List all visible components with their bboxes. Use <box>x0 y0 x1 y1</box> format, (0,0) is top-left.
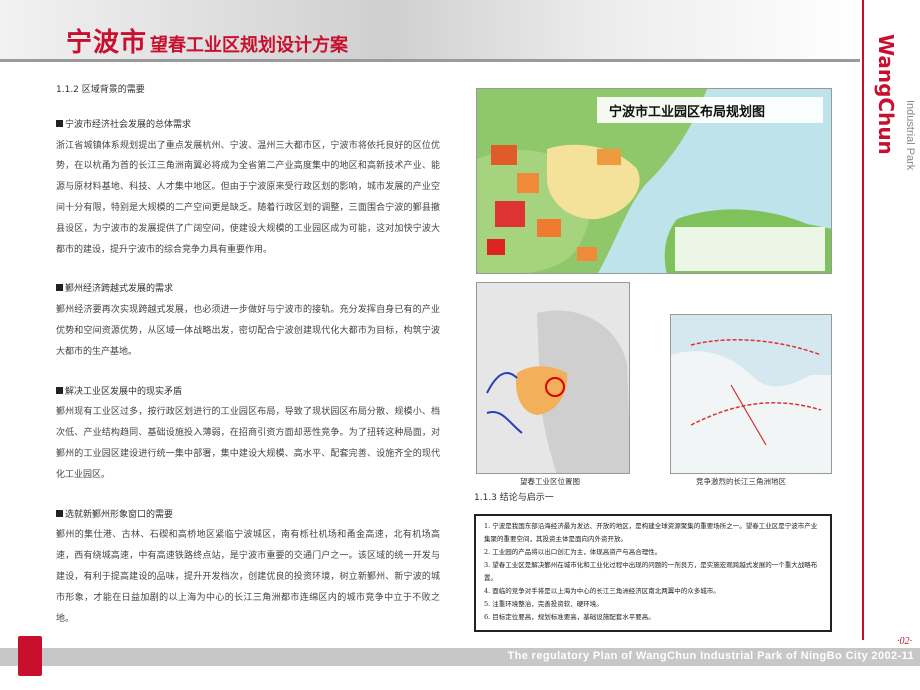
conclusion-item: 3. 望春工业区是解决鄞州在城市化和工业化过程中出现的问题的一剂良方，是实施宏观… <box>484 561 818 582</box>
block-body: 鄞州的集仕港、古林、石碶和高桥地区紧临宁波城区，南有栎社机场和甬金高速，北有机场… <box>56 530 440 624</box>
page-number: ·02· <box>897 636 912 647</box>
layout-map-title: 宁波市工业园区布局规划图 <box>609 105 766 120</box>
conclusion-heading: 1.1.3 结论与启示一 <box>474 493 554 503</box>
block-body: 浙江省城镇体系规划提出了重点发展杭州、宁波、温州三大都市区，宁波市将依托良好的区… <box>56 140 440 255</box>
city-logo-text: 宁波市 <box>66 28 148 58</box>
footer-text: The regulatory Plan of WangChun Industri… <box>507 650 914 662</box>
yangtze-delta-map <box>670 314 832 474</box>
block-title: 选就新鄞州形象窗口的需要 <box>56 505 440 526</box>
block-title: 解决工业区发展中的现实矛盾 <box>56 382 440 403</box>
location-map-caption: 望春工业区位置图 <box>520 477 580 486</box>
conclusion-item: 1. 宁波是我国东部沿海经济最为发达、开放的地区，是构建全球资源聚集的重要场所之… <box>484 522 818 543</box>
bullet-square-icon <box>56 386 63 394</box>
block-body: 鄞州经济要再次实现跨越式发展，也必须进一步做好与宁波市的接轨。充分发挥自身已有的… <box>56 305 440 357</box>
block-body: 鄞州现有工业区过多，按行政区划进行的工业园区布局，导致了现状园区布局分散、规模小… <box>56 407 440 480</box>
brand-vertical-sub: Industrial Park <box>904 100 916 171</box>
page-title: 望春工业区规划设计方案 <box>150 35 348 56</box>
industrial-park-layout-map: 宁波市工业园区布局规划图 <box>476 88 832 274</box>
bullet-square-icon <box>56 119 63 127</box>
conclusion-box: 1. 宁波是我国东部沿海经济最为发达、开放的地区，是构建全球资源聚集的重要场所之… <box>474 514 832 632</box>
footer-bar: The regulatory Plan of WangChun Industri… <box>0 648 920 666</box>
block-title: 宁波市经济社会发展的总体需求 <box>56 115 440 136</box>
section-heading: 1.1.2 区域背景的需要 <box>56 85 145 95</box>
bullet-square-icon <box>56 284 63 292</box>
brand-vertical-name: WangChun <box>874 34 898 155</box>
block-title: 鄞州经济跨越式发展的需求 <box>56 279 440 300</box>
location-map-graphic <box>477 283 629 473</box>
location-map <box>476 282 630 474</box>
conclusion-item: 5. 注重环境整治，完善投资软、硬环境。 <box>484 600 603 608</box>
region-map-graphic <box>671 315 831 473</box>
conclusion-item: 4. 面临的竞争对手将是以上海为中心的长江三角洲经济区南北两翼中的众多城市。 <box>484 587 720 595</box>
conclusion-item: 2. 工业园的产品将以出口创汇为主，体现高资产与高合理性。 <box>484 548 662 556</box>
text-column: 1.1.2 区域背景的需要 宁波市经济社会发展的总体需求 浙江省城镇体系规划提出… <box>56 80 440 648</box>
bullet-square-icon <box>56 509 63 517</box>
seal-stamp-icon <box>18 636 42 676</box>
region-map-caption: 竞争激烈的长江三角洲地区 <box>696 477 786 486</box>
conclusion-item: 6. 目标定位要高，规划标准要高，基础设施配套水平要高。 <box>484 613 655 621</box>
